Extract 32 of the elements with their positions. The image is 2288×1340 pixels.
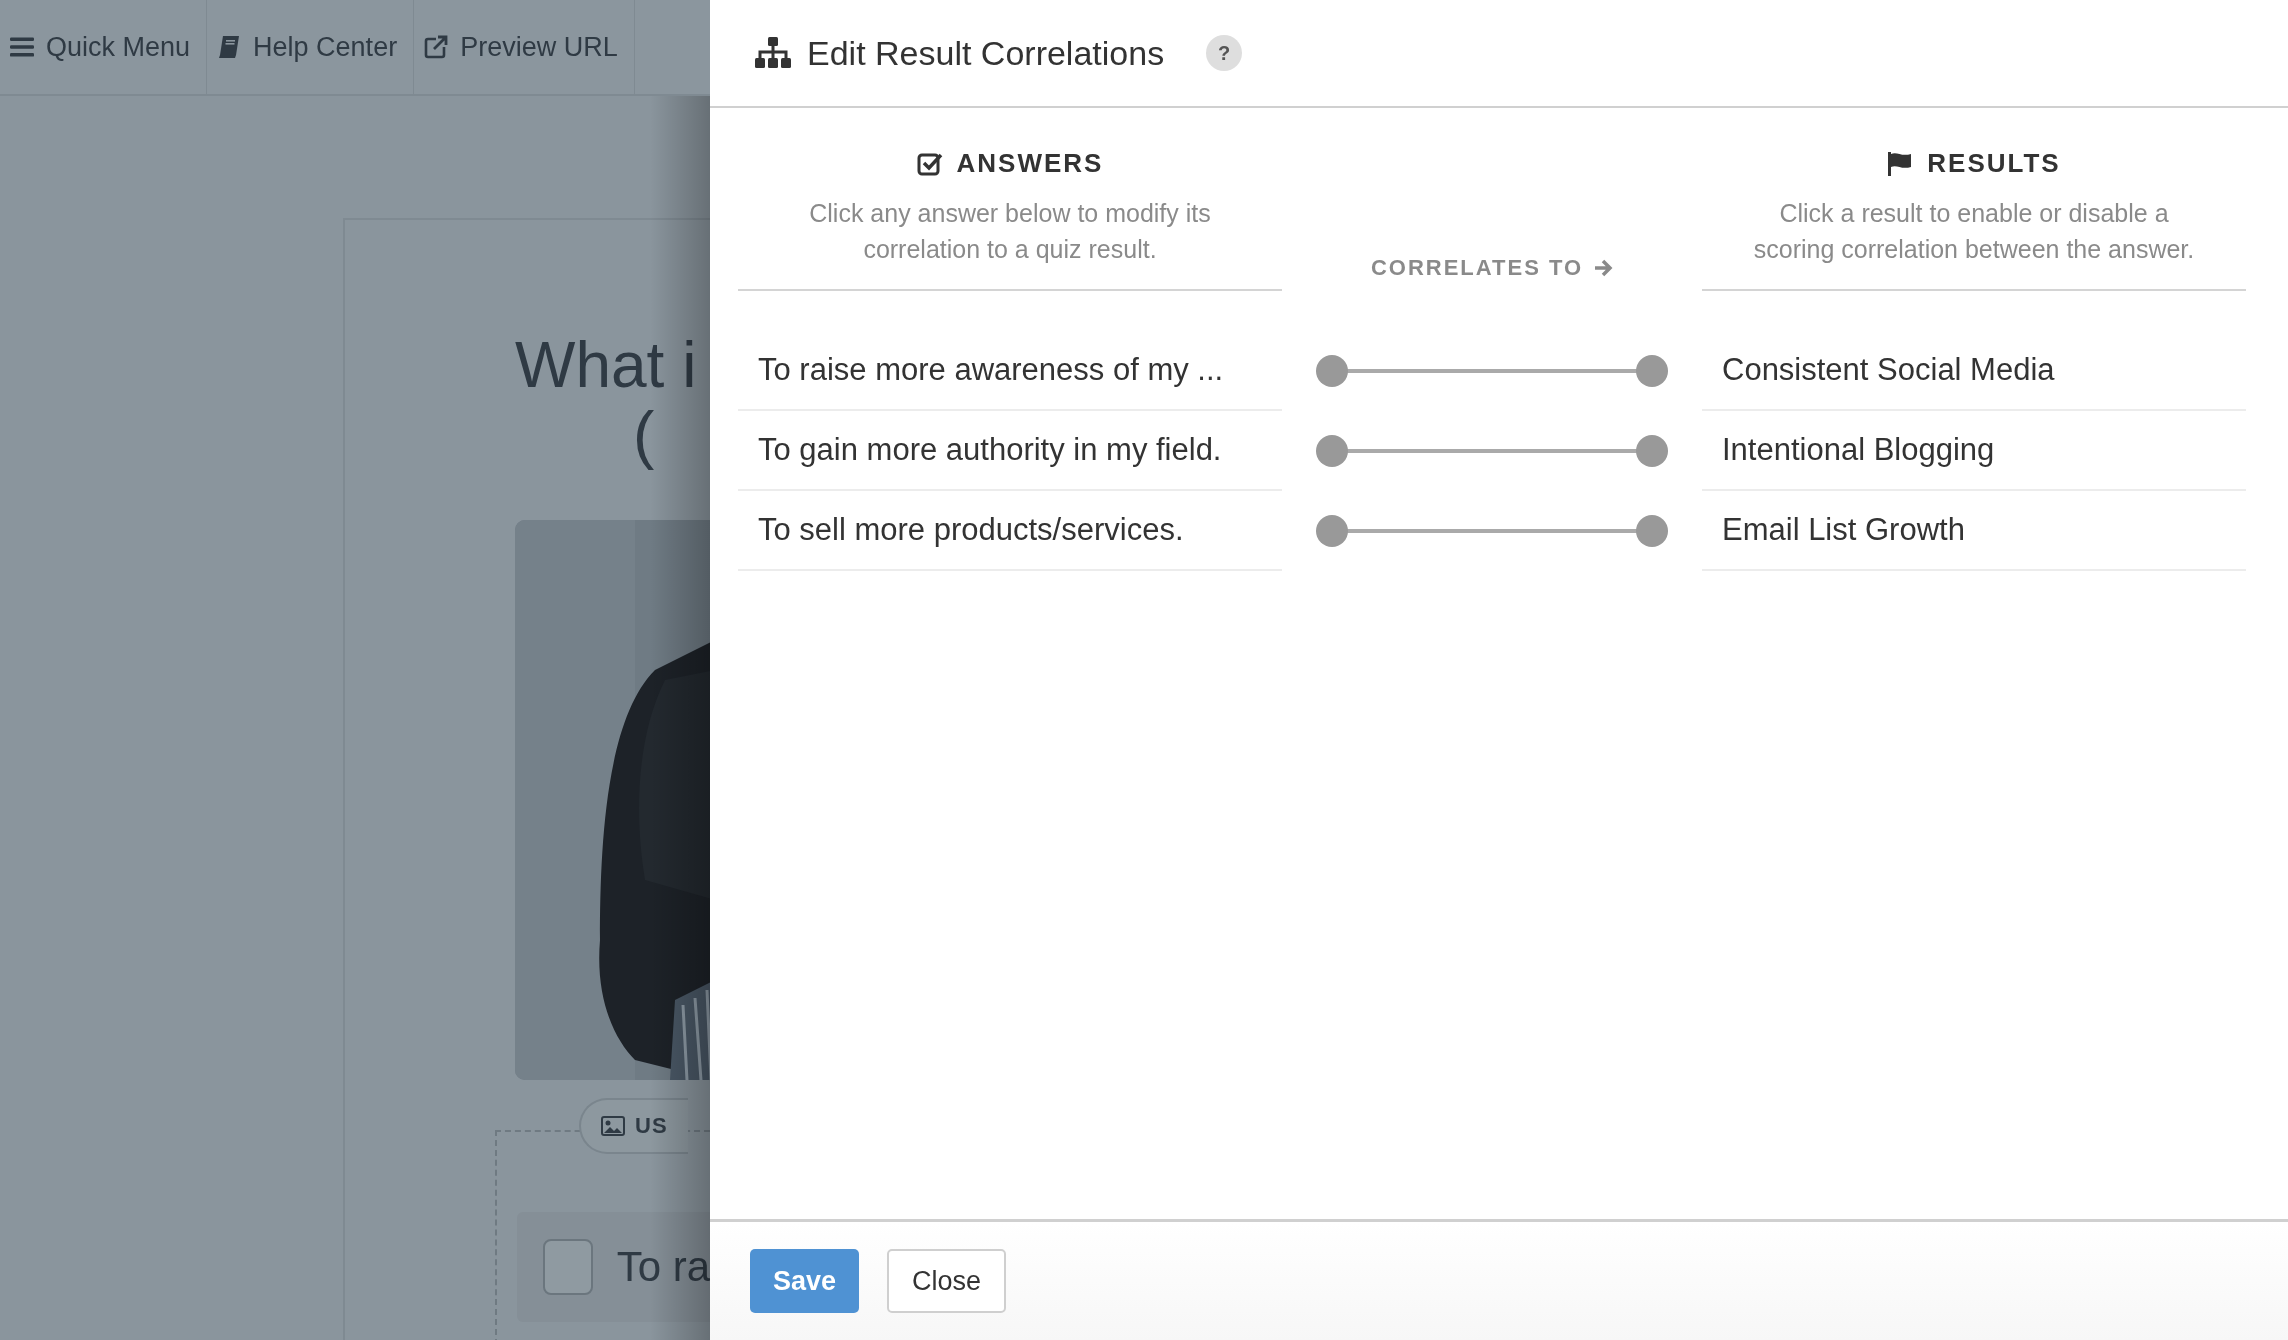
column-heading: ANSWERS — [956, 148, 1104, 179]
close-button[interactable]: Close — [887, 1249, 1007, 1313]
answer-item[interactable]: To sell more products/services. — [738, 491, 1282, 571]
sitemap-icon — [755, 37, 791, 69]
column-heading: RESULTS — [1927, 148, 2061, 179]
column-description: Click any answer below to modify its correlation to a quiz result. — [808, 198, 1212, 265]
arrow-right-icon — [1593, 258, 1614, 278]
correlation-connector[interactable] — [1314, 353, 1670, 389]
result-item[interactable]: Intentional Blogging — [1702, 411, 2246, 491]
dialog-title: Edit Result Correlations — [807, 33, 1165, 73]
result-item[interactable]: Email List Growth — [1702, 491, 2246, 571]
toolbar-button[interactable]: Preview URL — [414, 0, 635, 94]
result-item[interactable]: Consistent Social Media — [1702, 331, 2246, 411]
question-title: What i — [515, 330, 698, 400]
toolbar-button[interactable]: Help Center — [207, 0, 415, 94]
book-icon — [217, 35, 242, 59]
correlation-connector[interactable] — [1314, 513, 1670, 549]
checkbox[interactable] — [543, 1239, 593, 1295]
flag-icon — [1887, 150, 1914, 177]
external-link-icon — [424, 35, 449, 59]
image-button[interactable]: US — [579, 1098, 688, 1154]
question-title: ( — [632, 400, 656, 470]
answer-item[interactable]: To gain more authority in my field. — [738, 411, 1282, 491]
correlation-connector[interactable] — [1314, 433, 1670, 469]
help-button[interactable]: ? — [1206, 35, 1243, 71]
toolbar-button[interactable]: Quick Menu — [0, 0, 208, 94]
column-description: Click a result to enable or disable a scoring correlation between the answer. — [1752, 198, 2196, 265]
answer-label: To ra — [616, 1243, 710, 1291]
image-icon — [601, 1114, 625, 1138]
menu-icon — [10, 35, 34, 59]
correlates-label: CORRELATES TO — [1370, 255, 1584, 281]
answer-item[interactable]: To raise more awareness of my ... — [738, 331, 1282, 411]
